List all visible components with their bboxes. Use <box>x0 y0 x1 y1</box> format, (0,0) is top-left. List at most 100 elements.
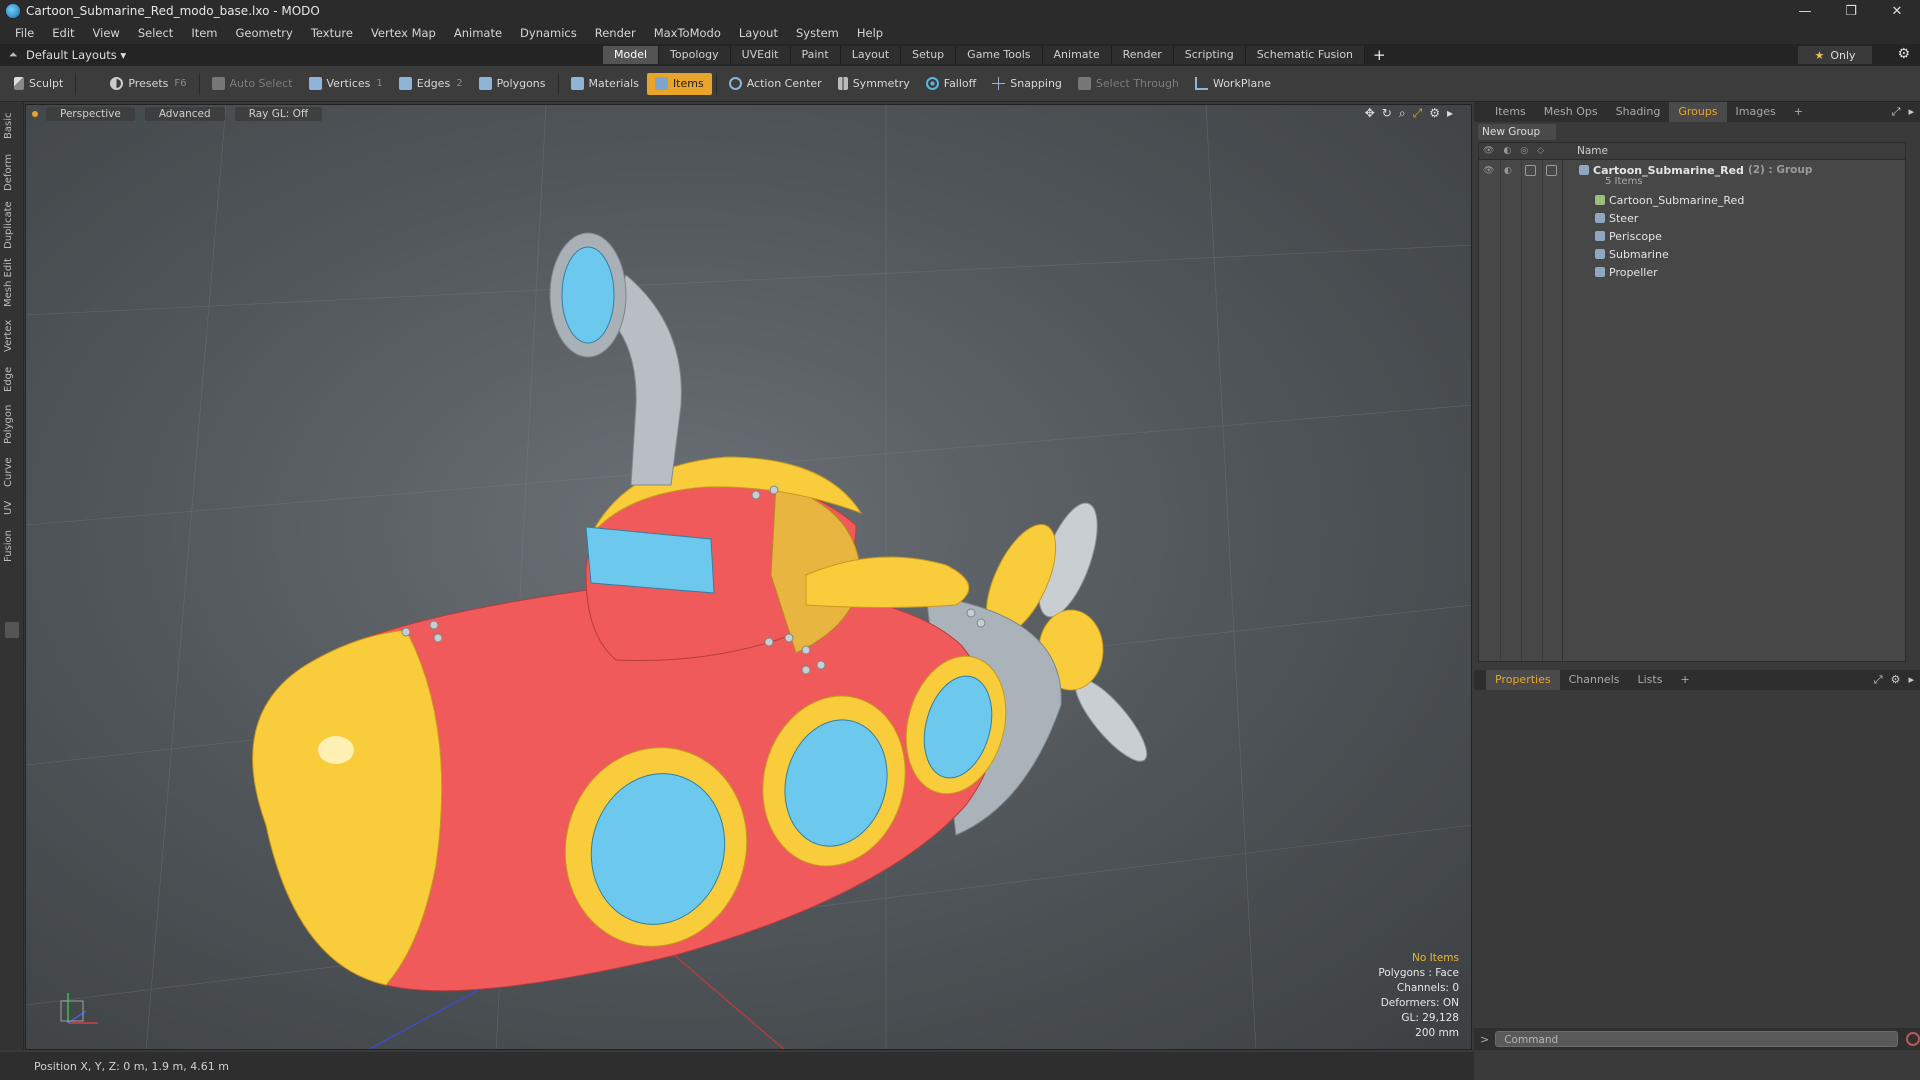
menu-help[interactable]: Help <box>848 22 892 44</box>
maximize-icon[interactable]: ⤢ <box>1874 673 1883 687</box>
3d-viewport[interactable]: Perspective Advanced Ray GL: Off ✥ ↻ ⌕ ⤢… <box>25 104 1472 1050</box>
panel-menu-arrow-icon[interactable]: ▸ <box>1908 673 1914 687</box>
command-history-icon[interactable] <box>1906 1032 1920 1046</box>
tab-paint[interactable]: Paint <box>790 46 841 64</box>
tab-properties[interactable]: Properties <box>1486 670 1560 690</box>
items-button[interactable]: Items <box>646 72 712 95</box>
group-visibility-eye-icon[interactable]: 👁 <box>1483 166 1494 176</box>
tab-schematic-fusion[interactable]: Schematic Fusion <box>1245 46 1366 64</box>
menu-file[interactable]: File <box>6 22 43 44</box>
group-lock-icon[interactable]: ◐ <box>1504 166 1512 176</box>
vtab-mesh-edit[interactable]: Mesh Edit <box>3 256 21 310</box>
only-toggle-button[interactable]: ★ Only <box>1798 46 1872 64</box>
presets-button[interactable]: Presets F6 <box>102 73 194 95</box>
tree-item-cartoon-submarine-red[interactable]: Cartoon_Submarine_Red <box>1563 191 1905 209</box>
group-render-checkbox[interactable] <box>1525 165 1536 176</box>
lock-column-icon[interactable]: ◐ <box>1503 146 1511 156</box>
menu-layout[interactable]: Layout <box>730 22 787 44</box>
menu-animate[interactable]: Animate <box>445 22 511 44</box>
tab-items[interactable]: Items <box>1486 102 1535 122</box>
sculpt-button[interactable]: Sculpt <box>6 73 71 95</box>
snapping-button[interactable]: Snapping <box>984 73 1070 95</box>
tab-scripting[interactable]: Scripting <box>1173 46 1246 64</box>
raygl-button[interactable]: Ray GL: Off <box>234 107 323 121</box>
menu-render[interactable]: Render <box>586 22 645 44</box>
panel-menu-arrow-icon[interactable]: ▸ <box>1908 105 1914 119</box>
menu-maxtomodo[interactable]: MaxToModo <box>645 22 730 44</box>
tab-mesh-ops[interactable]: Mesh Ops <box>1535 102 1607 122</box>
name-column-header[interactable]: Name <box>1563 145 1608 157</box>
gear-icon[interactable]: ⚙ <box>1897 46 1910 62</box>
add-bottom-tab-button[interactable]: + <box>1671 670 1698 690</box>
maximize-icon[interactable]: ⤢ <box>1892 105 1901 119</box>
vtab-polygon[interactable]: Polygon <box>3 400 21 448</box>
symmetry-button[interactable]: Symmetry <box>830 73 918 95</box>
group-select-checkbox[interactable] <box>1546 165 1557 176</box>
pan-icon[interactable]: ✥ <box>1365 106 1375 121</box>
vtab-duplicate[interactable]: Duplicate <box>3 198 21 252</box>
tree-item-periscope[interactable]: Periscope <box>1563 227 1905 245</box>
menu-item[interactable]: Item <box>182 22 226 44</box>
menu-dynamics[interactable]: Dynamics <box>511 22 586 44</box>
perspective-button[interactable]: Perspective <box>46 107 135 121</box>
edges-button[interactable]: Edges 2 <box>391 73 471 95</box>
vtab-vertex[interactable]: Vertex <box>3 316 21 356</box>
zoom-icon[interactable]: ⌕ <box>1399 106 1406 121</box>
tree-item-submarine[interactable]: Submarine <box>1563 245 1905 263</box>
add-layout-tab-button[interactable]: + <box>1373 46 1386 64</box>
action-center-button[interactable]: Action Center <box>721 73 830 95</box>
menu-view[interactable]: View <box>84 22 129 44</box>
select-through-button[interactable]: Select Through <box>1070 73 1187 95</box>
menu-select[interactable]: Select <box>129 22 182 44</box>
restore-button[interactable]: ❐ <box>1828 0 1874 22</box>
expand-toggle-icon[interactable] <box>5 622 19 638</box>
workplane-button[interactable]: WorkPlane <box>1187 73 1279 95</box>
tab-game-tools[interactable]: Game Tools <box>956 46 1043 64</box>
materials-button[interactable]: Materials <box>563 73 647 95</box>
tab-groups[interactable]: Groups <box>1669 102 1727 122</box>
tab-uvedit[interactable]: UVEdit <box>730 46 791 64</box>
tab-model[interactable]: Model <box>603 46 660 64</box>
expand-arrow-icon[interactable]: ▸ <box>1447 106 1453 121</box>
default-layouts-dropdown[interactable]: Default Layouts ▾ <box>26 48 126 62</box>
select-column-icon[interactable]: ◇ <box>1537 146 1544 156</box>
render-column-icon[interactable]: ◎ <box>1520 146 1528 156</box>
settings-icon[interactable]: ⚙ <box>1891 673 1901 687</box>
tab-layout[interactable]: Layout <box>840 46 902 64</box>
visibility-column-icon[interactable]: 👁 <box>1483 146 1494 156</box>
tab-channels[interactable]: Channels <box>1560 670 1629 690</box>
vtab-deform[interactable]: Deform <box>3 150 21 194</box>
add-tab-button[interactable]: + <box>1785 102 1812 122</box>
collapse-arrow-icon[interactable]: ⏶ <box>0 48 26 62</box>
tab-setup[interactable]: Setup <box>901 46 957 64</box>
polygons-button[interactable]: Polygons <box>471 73 554 95</box>
tree-item-propeller[interactable]: Propeller <box>1563 263 1905 281</box>
vtab-edge[interactable]: Edge <box>3 364 21 394</box>
falloff-button[interactable]: Falloff <box>918 73 984 95</box>
command-input[interactable]: Command <box>1495 1031 1899 1047</box>
tree-item-steer[interactable]: Steer <box>1563 209 1905 227</box>
vertices-button[interactable]: Vertices 1 <box>301 73 391 95</box>
new-group-button[interactable]: New Group <box>1478 124 1556 140</box>
menu-geometry[interactable]: Geometry <box>227 22 302 44</box>
vtab-uv[interactable]: UV <box>3 496 21 520</box>
tab-animate[interactable]: Animate <box>1042 46 1112 64</box>
tab-images[interactable]: Images <box>1727 102 1785 122</box>
vtab-basic[interactable]: Basic <box>3 108 21 144</box>
tab-shading[interactable]: Shading <box>1607 102 1670 122</box>
close-button[interactable]: ✕ <box>1874 0 1920 22</box>
tab-render[interactable]: Render <box>1111 46 1174 64</box>
menu-system[interactable]: System <box>787 22 848 44</box>
fit-icon[interactable]: ⤢ <box>1413 106 1423 121</box>
menu-vertex-map[interactable]: Vertex Map <box>362 22 445 44</box>
menu-texture[interactable]: Texture <box>302 22 362 44</box>
rotate-icon[interactable]: ↻ <box>1382 106 1392 121</box>
viewport-settings-icon[interactable]: ⚙ <box>1429 106 1440 121</box>
menu-edit[interactable]: Edit <box>43 22 83 44</box>
vtab-curve[interactable]: Curve <box>3 454 21 490</box>
advanced-button[interactable]: Advanced <box>144 107 225 121</box>
tab-lists[interactable]: Lists <box>1629 670 1672 690</box>
auto-select-button[interactable]: Auto Select <box>204 73 301 95</box>
minimize-button[interactable]: — <box>1782 0 1828 22</box>
viewport-menu-dot-icon[interactable] <box>32 111 38 117</box>
